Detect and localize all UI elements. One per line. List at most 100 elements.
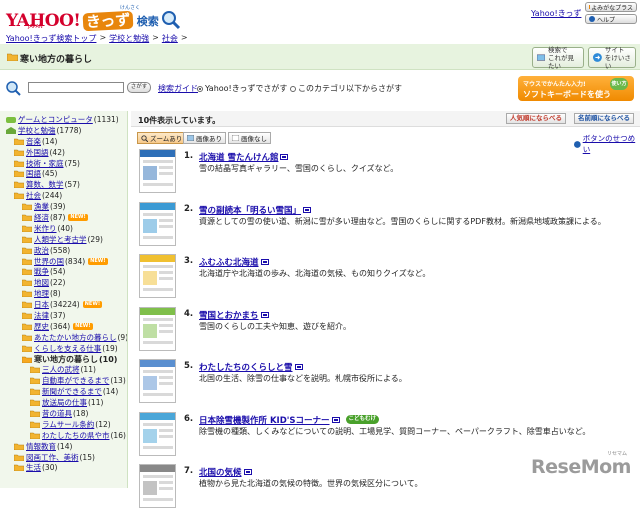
yomigana-plus-button[interactable]: よみがなプラス bbox=[585, 2, 637, 12]
result-thumbnail[interactable] bbox=[139, 202, 176, 246]
sort-name-button[interactable]: 名前順にならべる bbox=[574, 113, 634, 124]
sidebar-item[interactable]: 情報教育(14) bbox=[0, 441, 127, 452]
sidebar-item[interactable]: あたたかい地方の暮らし(9) bbox=[0, 332, 127, 343]
register-site-label: サイトをけいさい bbox=[605, 46, 631, 70]
sidebar-item[interactable]: 地図(22) bbox=[0, 277, 127, 288]
sidebar-item[interactable]: 生活(30) bbox=[0, 463, 127, 474]
sidebar-item-count: (75) bbox=[65, 159, 80, 168]
result-title-link[interactable]: 日本除雪機製作所 KID'Sコーナー bbox=[199, 414, 330, 426]
sort-popular-button[interactable]: 人気順にならべる bbox=[506, 113, 566, 124]
sidebar-item-current[interactable]: 寒い地方の暮らし(10) bbox=[0, 354, 127, 365]
thumbnail-header bbox=[140, 308, 175, 315]
yahoo-kids-top-link[interactable]: Yahoo!きっず bbox=[531, 8, 581, 19]
folder-icon bbox=[14, 149, 24, 156]
result-title-link[interactable]: 北海道 雪たんけん館 bbox=[199, 151, 278, 163]
search-guide-link[interactable]: 検索ガイド bbox=[158, 83, 198, 94]
yahoo-kids-logo[interactable]: YAHOO! JAPAN きっず 検索 けんさく bbox=[6, 4, 181, 30]
folder-icon bbox=[30, 432, 40, 439]
sidebar-item[interactable]: 音楽(14) bbox=[0, 136, 127, 147]
thumbnail-header bbox=[140, 465, 175, 472]
want-to-see-button[interactable]: 検索でこれが見たい bbox=[532, 47, 584, 68]
result-title-link[interactable]: 雪の副読本「明るい雪国」 bbox=[199, 204, 301, 216]
sidebar-item[interactable]: わたしたちの県や市(16) bbox=[0, 430, 127, 441]
result-thumbnail[interactable] bbox=[139, 307, 176, 351]
result-thumbnail[interactable] bbox=[139, 254, 176, 298]
sidebar-item[interactable]: 世界の国(834)NEW! bbox=[0, 256, 127, 267]
sidebar-item[interactable]: 日本(34224)NEW! bbox=[0, 299, 127, 310]
folder-icon bbox=[14, 138, 24, 145]
result-title-link[interactable]: ふむふむ北海道 bbox=[199, 256, 259, 268]
sidebar-item[interactable]: 図画工作、美術(15) bbox=[0, 452, 127, 463]
sidebar-item[interactable]: 技術・家庭(75) bbox=[0, 158, 127, 169]
radio-search-all[interactable]: Yahoo!きっずでさがす bbox=[197, 83, 287, 94]
sidebar-item[interactable]: 社会(244) bbox=[0, 190, 127, 201]
thumbnail-block bbox=[159, 376, 173, 379]
result-item: 3.ふむふむ北海道北海道庁や北海道の歩み、北海道の気候、もの知りクイズなど。 bbox=[131, 254, 640, 307]
thumbnail-header bbox=[140, 203, 175, 210]
result-thumbnail[interactable] bbox=[139, 412, 176, 456]
result-thumbnail[interactable] bbox=[139, 149, 176, 193]
new-badge: NEW! bbox=[73, 323, 92, 330]
folder-icon bbox=[22, 279, 32, 286]
result-title-link[interactable]: 北国の気候 bbox=[199, 466, 242, 478]
sidebar-item[interactable]: 地理(8) bbox=[0, 288, 127, 299]
new-window-icon[interactable] bbox=[332, 417, 340, 423]
new-window-icon[interactable] bbox=[244, 469, 252, 475]
sidebar-item[interactable]: 外国語(42) bbox=[0, 147, 127, 158]
sidebar-item-count: (40) bbox=[58, 224, 73, 233]
sidebar-item[interactable]: 漁業(39) bbox=[0, 201, 127, 212]
breadcrumb-top[interactable]: Yahoo!きっず検索トップ bbox=[6, 33, 96, 44]
sidebar-item[interactable]: 歴史(364)NEW! bbox=[0, 321, 127, 332]
sidebar-item[interactable]: 学校と勉強(1778) bbox=[0, 125, 127, 136]
sidebar-item-label: 社会 bbox=[26, 190, 41, 201]
thumbnail-block bbox=[143, 271, 157, 285]
register-site-button[interactable]: サイトをけいさい bbox=[588, 47, 636, 68]
sidebar-item-count: (87) bbox=[50, 213, 65, 222]
result-title-link[interactable]: 雪国とおかまち bbox=[199, 309, 259, 321]
view-image-button[interactable]: 画像あり bbox=[183, 132, 226, 144]
sidebar-item[interactable]: 三人の武将(11) bbox=[0, 364, 127, 375]
watermark-subtext: リセマム bbox=[607, 450, 627, 457]
new-window-icon[interactable] bbox=[280, 154, 288, 160]
sidebar-item[interactable]: 米作り(40) bbox=[0, 223, 127, 234]
breadcrumb-social[interactable]: 社会 bbox=[162, 33, 178, 44]
new-window-icon[interactable] bbox=[303, 207, 311, 213]
search-input[interactable] bbox=[28, 82, 124, 93]
folder-icon bbox=[22, 203, 32, 210]
new-window-icon[interactable] bbox=[261, 312, 269, 318]
new-window-icon[interactable] bbox=[261, 259, 269, 265]
sidebar-item[interactable]: 人類学と考古学(29) bbox=[0, 234, 127, 245]
result-title-link[interactable]: わたしたちのくらしと雪 bbox=[199, 361, 293, 373]
soft-keyboard-button[interactable]: マウスでかんたん入力! ソフトキーボードを使う 使い方 bbox=[518, 76, 634, 101]
view-zoom-button[interactable]: ズームあり bbox=[137, 132, 186, 144]
new-window-icon[interactable] bbox=[295, 364, 303, 370]
search-button[interactable]: さがす bbox=[127, 82, 151, 93]
sidebar-item[interactable]: 新聞ができるまで(14) bbox=[0, 386, 127, 397]
radio-search-category[interactable]: このカテゴリ以下からさがす bbox=[290, 83, 402, 94]
sidebar-item[interactable]: 昔の道具(18) bbox=[0, 408, 127, 419]
sidebar-item[interactable]: くらしを支える仕事(19) bbox=[0, 343, 127, 354]
breadcrumb-separator: > bbox=[181, 33, 188, 44]
sidebar-item[interactable]: 戦争(54) bbox=[0, 266, 127, 277]
sidebar-item-label: わたしたちの県や市 bbox=[42, 430, 110, 441]
folder-icon bbox=[22, 312, 32, 319]
sidebar-item[interactable]: 国語(45) bbox=[0, 168, 127, 179]
sidebar-item[interactable]: 経済(87)NEW! bbox=[0, 212, 127, 223]
result-item: 1.北海道 雪たんけん館雪の結晶写真ギャラリー、雪国のくらし、クイズなど。 bbox=[131, 149, 640, 202]
breadcrumb-school[interactable]: 学校と勉強 bbox=[109, 33, 149, 44]
view-noimage-button[interactable]: 画像なし bbox=[228, 132, 271, 144]
sidebar-item[interactable]: 放送局の仕事(11) bbox=[0, 397, 127, 408]
sidebar-item[interactable]: 自動車ができるまで(13) bbox=[0, 375, 127, 386]
result-number: 2. bbox=[184, 204, 193, 214]
sidebar-item[interactable]: ゲームとコンピュータ(1131) bbox=[0, 114, 127, 125]
sidebar-item[interactable]: 政治(558) bbox=[0, 245, 127, 256]
sidebar-item[interactable]: 算数、数学(57) bbox=[0, 179, 127, 190]
result-thumbnail[interactable] bbox=[139, 359, 176, 403]
sidebar-item[interactable]: ラムサール条約(12) bbox=[0, 419, 127, 430]
sidebar-item[interactable]: 法律(37) bbox=[0, 310, 127, 321]
folder-icon bbox=[22, 258, 32, 265]
help-button[interactable]: ヘルプ bbox=[585, 14, 637, 24]
result-thumbnail[interactable] bbox=[139, 464, 176, 508]
thumbnail-block bbox=[143, 429, 157, 443]
result-title-row: 日本除雪機製作所 KID'Sコーナーこどもむけ bbox=[199, 414, 379, 426]
